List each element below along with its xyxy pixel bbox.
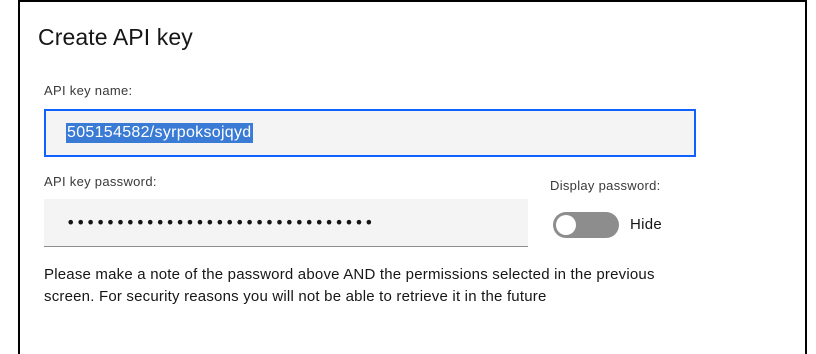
api-key-password-label: API key password:: [44, 174, 157, 189]
display-password-label: Display password:: [550, 178, 661, 193]
api-key-password-value: •••••••••••••••••••••••••••••••: [66, 213, 375, 232]
dialog-title: Create API key: [38, 24, 193, 50]
toggle-state-text: Hide: [630, 216, 663, 233]
toggle-knob: [556, 215, 576, 235]
api-key-name-value: 505154582/syrpoksojqyd: [66, 123, 253, 143]
api-key-name-label: API key name:: [44, 83, 133, 98]
security-note: Please make a note of the password above…: [44, 266, 655, 305]
api-key-name-input[interactable]: 505154582/syrpoksojqyd: [44, 109, 696, 157]
api-key-password-input[interactable]: •••••••••••••••••••••••••••••••: [44, 199, 528, 247]
display-password-toggle[interactable]: [553, 212, 619, 238]
create-api-key-dialog: Create API key API key name: 505154582/s…: [18, 0, 807, 354]
